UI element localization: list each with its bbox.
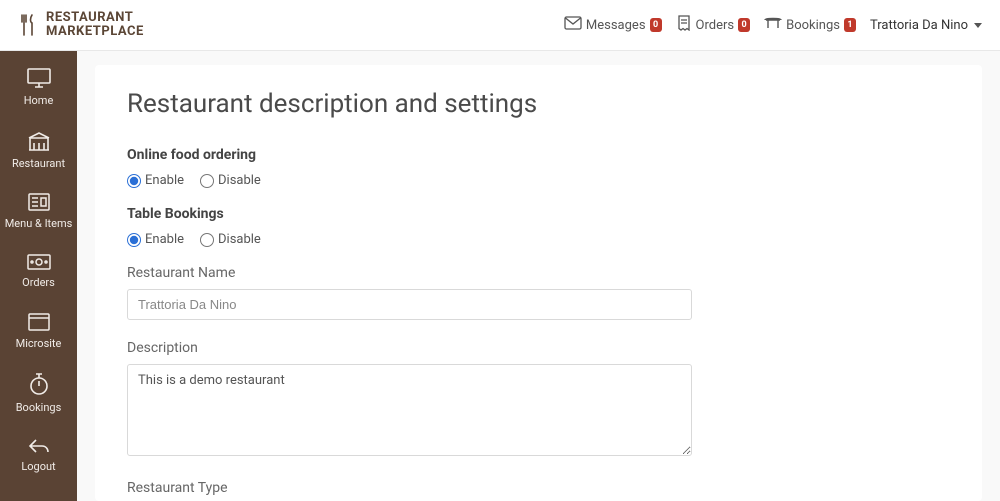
newspaper-icon	[27, 192, 51, 212]
sidebar-item-restaurant[interactable]: Restaurant	[0, 120, 77, 183]
nav-bookings[interactable]: Bookings 1	[764, 16, 856, 34]
table-icon	[764, 16, 782, 34]
radio-label: Enable	[145, 173, 184, 188]
nav-bookings-label: Bookings	[786, 18, 840, 33]
sidebar-item-label: Logout	[21, 461, 55, 474]
fork-knife-icon	[18, 13, 38, 37]
settings-card: Restaurant description and settings Onli…	[95, 65, 982, 501]
nav-messages-badge: 0	[650, 18, 662, 32]
radio-label: Disable	[218, 173, 261, 188]
sidebar-item-label: Home	[24, 95, 54, 108]
window-icon	[27, 312, 51, 332]
online-ordering-radio-group: Enable Disable	[127, 173, 950, 188]
table-bookings-disable[interactable]: Disable	[200, 232, 261, 247]
top-nav: Messages 0 Orders 0 Bookings 1 Tra	[564, 15, 982, 35]
restaurant-name-input[interactable]	[127, 289, 692, 320]
radio-input[interactable]	[127, 174, 141, 188]
restaurant-name-label: Restaurant Name	[127, 265, 950, 281]
sidebar-item-logout[interactable]: Logout	[0, 427, 77, 486]
sidebar: Home Restaurant Menu & Items	[0, 51, 77, 501]
restaurant-type-label: Restaurant Type	[127, 480, 950, 496]
sidebar-item-label: Restaurant	[12, 158, 65, 171]
content-area: Restaurant description and settings Onli…	[77, 51, 1000, 501]
envelope-icon	[564, 16, 582, 34]
page-title: Restaurant description and settings	[127, 89, 950, 119]
nav-messages[interactable]: Messages 0	[564, 16, 662, 34]
brand-line2: MARKETPLACE	[46, 25, 144, 39]
user-name: Trattoria Da Nino	[870, 18, 968, 33]
sidebar-item-label: Bookings	[16, 402, 62, 415]
description-textarea[interactable]	[127, 364, 692, 456]
reply-arrow-icon	[27, 437, 51, 455]
topbar: RESTAURANT MARKETPLACE Messages 0 Orders	[0, 0, 1000, 51]
cash-icon	[26, 253, 52, 271]
sidebar-item-label: Menu & Items	[5, 218, 73, 231]
sidebar-item-microsite[interactable]: Microsite	[0, 302, 77, 363]
nav-messages-label: Messages	[586, 18, 646, 33]
chevron-down-icon	[974, 23, 982, 28]
stopwatch-icon	[28, 372, 50, 396]
sidebar-item-label: Orders	[22, 277, 55, 290]
nav-orders-badge: 0	[738, 18, 750, 32]
monitor-icon	[26, 67, 52, 89]
nav-orders[interactable]: Orders 0	[676, 15, 751, 35]
online-ordering-label: Online food ordering	[127, 147, 950, 163]
description-label: Description	[127, 340, 950, 356]
radio-input[interactable]	[200, 174, 214, 188]
radio-label: Enable	[145, 232, 184, 247]
radio-input[interactable]	[200, 233, 214, 247]
table-bookings-enable[interactable]: Enable	[127, 232, 184, 247]
building-icon	[26, 130, 52, 152]
sidebar-item-orders[interactable]: Orders	[0, 243, 77, 302]
brand-line1: RESTAURANT	[46, 11, 144, 25]
user-menu[interactable]: Trattoria Da Nino	[870, 18, 982, 33]
online-ordering-enable[interactable]: Enable	[127, 173, 184, 188]
online-ordering-disable[interactable]: Disable	[200, 173, 261, 188]
brand-logo[interactable]: RESTAURANT MARKETPLACE	[18, 11, 144, 40]
table-bookings-label: Table Bookings	[127, 206, 950, 222]
sidebar-item-label: Microsite	[16, 338, 62, 351]
radio-label: Disable	[218, 232, 261, 247]
sidebar-item-bookings[interactable]: Bookings	[0, 362, 77, 427]
nav-bookings-badge: 1	[844, 18, 856, 32]
table-bookings-radio-group: Enable Disable	[127, 232, 950, 247]
sidebar-item-home[interactable]: Home	[0, 57, 77, 120]
sidebar-item-menu[interactable]: Menu & Items	[0, 182, 77, 243]
receipt-icon	[676, 15, 692, 35]
nav-orders-label: Orders	[696, 18, 735, 33]
radio-input[interactable]	[127, 233, 141, 247]
